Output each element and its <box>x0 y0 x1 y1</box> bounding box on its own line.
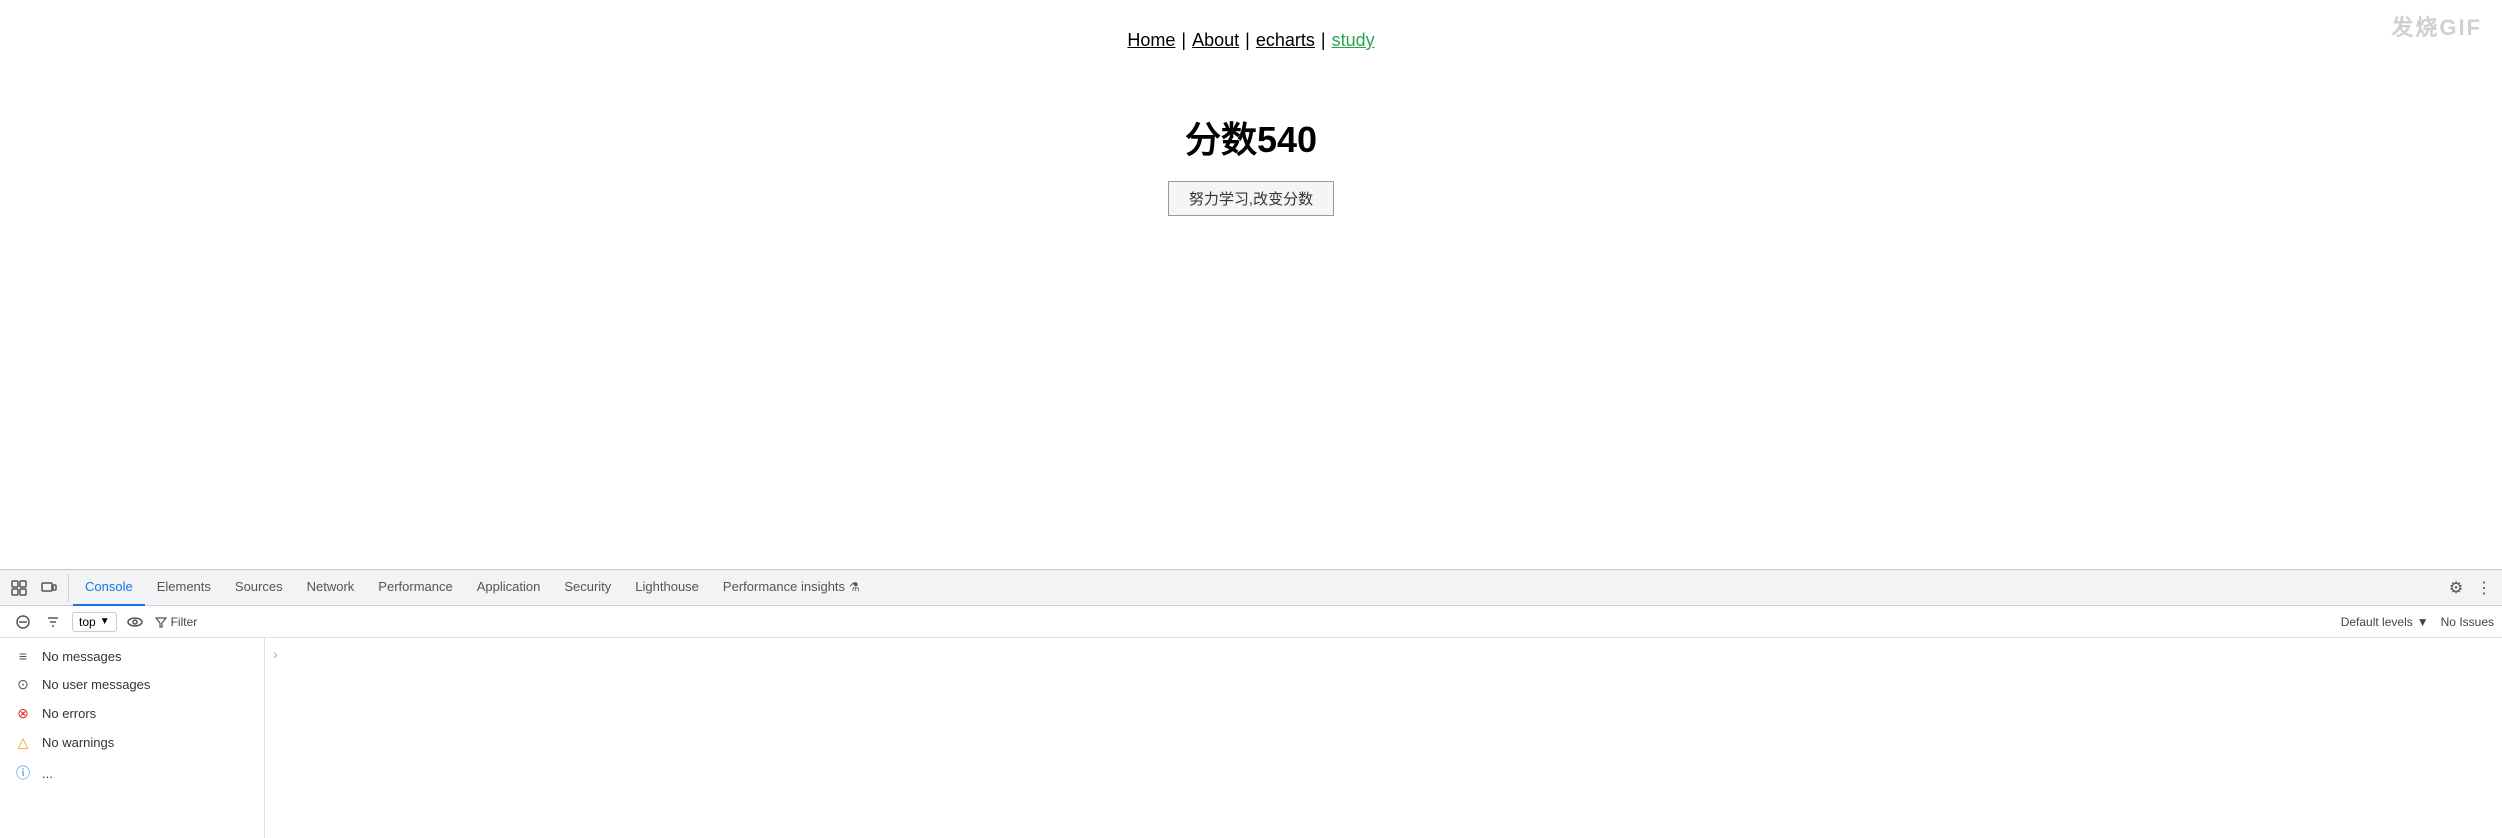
more-options-icon[interactable]: ⋮ <box>2470 574 2498 602</box>
context-arrow-icon: ▼ <box>100 616 110 627</box>
tab-console[interactable]: Console <box>73 570 145 606</box>
devtools-secondary-toolbar: top ▼ Filter Default levels ▼ No Issues <box>0 606 2502 638</box>
errors-label: No errors <box>42 706 96 721</box>
devtools-left-icons <box>4 574 69 602</box>
show-hide-icon[interactable] <box>123 610 147 634</box>
sidebar-item-errors[interactable]: ⊗ No errors <box>0 699 264 728</box>
filter-messages-icon[interactable] <box>39 608 67 636</box>
user-messages-label: No user messages <box>42 677 150 692</box>
messages-label: No messages <box>42 649 121 664</box>
info-label: ... <box>42 766 53 781</box>
tab-performance[interactable]: Performance <box>366 570 464 606</box>
tab-application[interactable]: Application <box>465 570 553 606</box>
page-content: 发烧GIF Home | About | echarts | study 分数5… <box>0 0 2502 500</box>
score-title: 分数540 <box>1185 111 1317 163</box>
info-icon: ⓘ <box>14 763 32 783</box>
sidebar-item-warnings[interactable]: △ No warnings <box>0 728 264 757</box>
no-issues-label: No Issues <box>2441 615 2494 629</box>
tab-sources[interactable]: Sources <box>223 570 295 606</box>
devtools-panel: Console Elements Sources Network Perform… <box>0 569 2502 838</box>
sidebar-item-user-messages[interactable]: ⊙ No user messages <box>0 670 264 699</box>
devtools-toolbar: Console Elements Sources Network Perform… <box>0 570 2502 606</box>
console-main: › <box>265 638 2502 838</box>
devtools-tabs: Console Elements Sources Network Perform… <box>73 570 2442 606</box>
messages-icon: ≡ <box>14 648 32 664</box>
user-messages-icon: ⊙ <box>14 676 32 693</box>
flask-icon: ⚗ <box>849 580 860 594</box>
warnings-label: No warnings <box>42 735 114 750</box>
errors-icon: ⊗ <box>14 705 32 722</box>
nav-sep-2: | <box>1245 30 1250 51</box>
tab-lighthouse[interactable]: Lighthouse <box>623 570 711 606</box>
nav-link-about[interactable]: About <box>1192 30 1239 51</box>
tab-elements[interactable]: Elements <box>145 570 223 606</box>
chevron-right-icon[interactable]: › <box>273 646 278 662</box>
tab-network[interactable]: Network <box>295 570 367 606</box>
settings-icon[interactable]: ⚙ <box>2442 574 2470 602</box>
context-value: top <box>79 615 96 629</box>
console-sidebar: ≡ No messages ⊙ No user messages ⊗ No er… <box>0 638 265 838</box>
nav-link-study[interactable]: study <box>1332 30 1375 51</box>
nav-sep-3: | <box>1321 30 1326 51</box>
tab-security[interactable]: Security <box>552 570 623 606</box>
device-toolbar-icon[interactable] <box>35 574 63 602</box>
nav-sep-1: | <box>1181 30 1186 51</box>
sidebar-item-info[interactable]: ⓘ ... <box>0 757 264 789</box>
default-levels-arrow-icon: ▼ <box>2417 615 2429 629</box>
sidebar-item-messages[interactable]: ≡ No messages <box>0 642 264 670</box>
navigation: Home | About | echarts | study <box>1127 30 1374 51</box>
nav-link-home[interactable]: Home <box>1127 30 1175 51</box>
devtools-console: ≡ No messages ⊙ No user messages ⊗ No er… <box>0 638 2502 838</box>
inspect-element-icon[interactable] <box>5 574 33 602</box>
filter-label: Filter <box>171 615 198 629</box>
tab-performance-insights[interactable]: Performance insights ⚗ <box>711 570 872 606</box>
score-section: 分数540 努力学习,改变分数 <box>1168 111 1334 216</box>
context-selector[interactable]: top ▼ <box>72 612 117 632</box>
default-levels-selector[interactable]: Default levels ▼ <box>2341 615 2429 629</box>
clear-console-icon[interactable] <box>9 608 37 636</box>
nav-link-echarts[interactable]: echarts <box>1256 30 1315 51</box>
filter-button[interactable]: Filter <box>149 613 204 631</box>
default-levels-label: Default levels <box>2341 615 2413 629</box>
watermark: 发烧GIF <box>2391 10 2482 42</box>
score-button[interactable]: 努力学习,改变分数 <box>1168 181 1334 216</box>
devtools-right-icons: ⚙ ⋮ <box>2442 574 2498 602</box>
warnings-icon: △ <box>14 734 32 751</box>
